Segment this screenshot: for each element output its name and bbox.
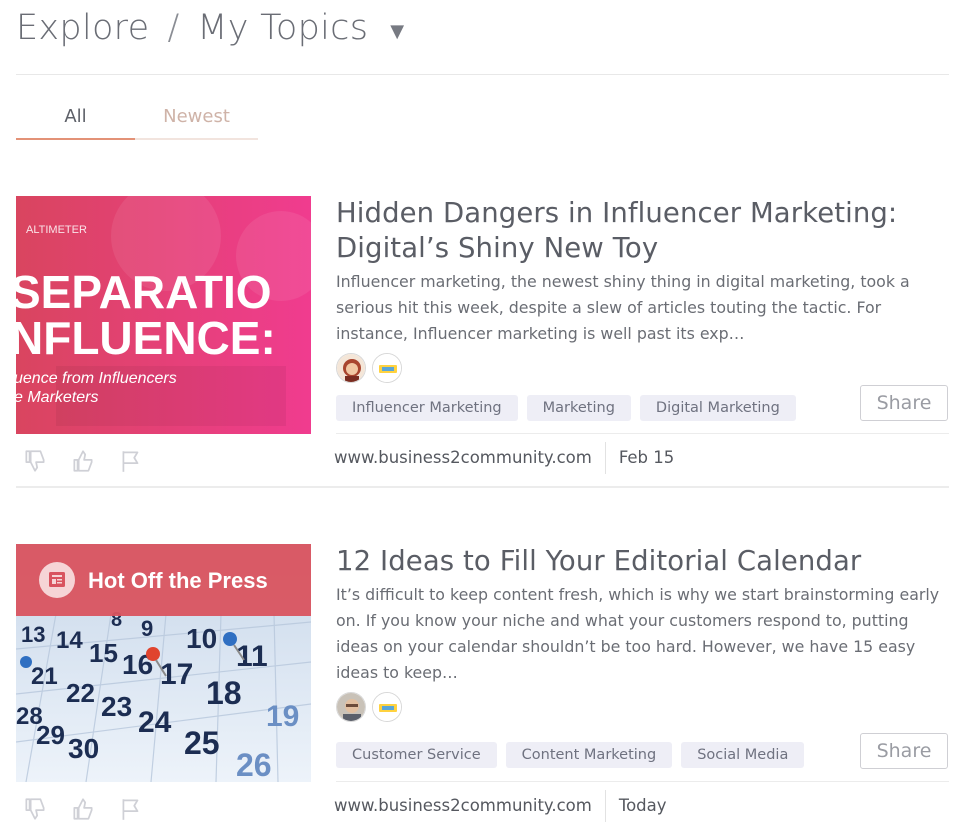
chevron-down-icon[interactable]: ▼ — [390, 21, 404, 42]
breadcrumb-separator: / — [167, 8, 180, 48]
tab-all[interactable]: All — [16, 104, 135, 140]
header-divider — [16, 74, 949, 75]
image-headline-2: NFLUENCE: — [16, 312, 276, 364]
tab-newest[interactable]: Newest — [135, 104, 258, 140]
article-source-domain[interactable]: www.business2community.com — [334, 790, 606, 822]
curator-avatars — [336, 353, 949, 383]
reaction-bar — [22, 448, 144, 474]
altimeter-logo: ALTIMETER — [26, 224, 87, 236]
calendar-number: 15 — [89, 638, 118, 668]
article-content: Hidden Dangers in Influencer Marketing: … — [336, 196, 949, 383]
thumbs-up-icon[interactable] — [70, 448, 96, 474]
source-logo-icon[interactable] — [372, 692, 402, 722]
breadcrumb-explore[interactable]: Explore — [16, 8, 149, 48]
article-meta: www.business2community.com Feb 15 — [334, 442, 674, 474]
calendar-number: 24 — [138, 706, 172, 739]
breadcrumb: Explore / My Topics ▼ — [16, 6, 404, 50]
reaction-bar — [22, 796, 144, 822]
avatar[interactable] — [336, 353, 366, 383]
article-title-line-1[interactable]: 12 Ideas to Fill Your Editorial Calendar — [336, 544, 949, 579]
calendar-number: 9 — [141, 616, 153, 641]
tag-list: Customer Service Content Marketing Socia… — [336, 742, 805, 768]
article-summary: Influencer marketing, the newest shiny t… — [336, 272, 910, 343]
share-button[interactable]: Share — [860, 385, 948, 421]
article-thumbnail[interactable]: ALTIMETER SEPARATIO NFLUENCE: uence from… — [16, 196, 311, 434]
curator-avatars — [336, 692, 949, 722]
article-date: Feb 15 — [618, 448, 675, 467]
calendar-number: 21 — [31, 663, 58, 690]
article-content: 12 Ideas to Fill Your Editorial Calendar… — [336, 544, 949, 722]
calendar-number: 26 — [236, 747, 272, 782]
calendar-number: 29 — [36, 720, 65, 750]
share-button[interactable]: Share — [860, 733, 948, 769]
calendar-number: 18 — [206, 675, 242, 711]
article-summary: It’s difficult to keep content fresh, wh… — [336, 585, 940, 682]
image-subline-1: uence from Influencers — [16, 370, 177, 387]
calendar-number: 14 — [56, 627, 83, 654]
calendar-number: 22 — [66, 678, 95, 708]
calendar-number: 19 — [266, 700, 299, 733]
image-brand: ALTIMETER — [26, 224, 87, 236]
calendar-number: 13 — [21, 622, 45, 647]
calendar-number: 30 — [68, 733, 99, 764]
tag[interactable]: Digital Marketing — [639, 395, 796, 421]
image-headline-1: SEPARATIO — [16, 266, 272, 318]
article-title-line-1[interactable]: Hidden Dangers in Influencer Marketing: — [336, 196, 949, 231]
tag-list: Influencer Marketing Marketing Digital M… — [336, 395, 796, 421]
meta-divider — [336, 781, 949, 782]
source-logo-icon[interactable] — [372, 353, 402, 383]
calendar-number: 25 — [184, 725, 220, 761]
avatar[interactable] — [336, 692, 366, 722]
flag-icon[interactable] — [118, 796, 144, 822]
thumbs-down-icon[interactable] — [22, 796, 48, 822]
image-subline-2: e Marketers — [16, 389, 98, 406]
article-title[interactable]: 12 Ideas to Fill Your Editorial Calendar — [336, 544, 949, 579]
tag[interactable]: Influencer Marketing — [336, 395, 518, 421]
tag[interactable]: Customer Service — [336, 742, 497, 768]
breadcrumb-my-topics[interactable]: My Topics — [197, 8, 368, 48]
filter-tabs: All Newest — [16, 104, 258, 140]
article-source-domain[interactable]: www.business2community.com — [334, 442, 606, 474]
hot-off-press-label: Hot Off the Press — [88, 568, 268, 593]
card-divider — [16, 486, 949, 488]
push-pin-icon — [20, 656, 32, 668]
article-meta: www.business2community.com Today — [334, 790, 667, 822]
thumbs-down-icon[interactable] — [22, 448, 48, 474]
thumbs-up-icon[interactable] — [70, 796, 96, 822]
article-title[interactable]: Hidden Dangers in Influencer Marketing: … — [336, 196, 949, 266]
calendar-number: 23 — [101, 691, 132, 722]
tag[interactable]: Marketing — [526, 395, 631, 421]
tag[interactable]: Social Media — [681, 742, 805, 768]
article-thumbnail[interactable]: 13 14 15 16 17 18 19 21 22 23 24 25 26 2… — [16, 544, 311, 782]
meta-divider — [336, 433, 949, 434]
calendar-number: 10 — [186, 623, 217, 654]
article-date: Today — [618, 796, 667, 815]
tag[interactable]: Content Marketing — [505, 742, 673, 768]
flag-icon[interactable] — [118, 448, 144, 474]
article-title-line-2[interactable]: Digital’s Shiny New Toy — [336, 231, 949, 266]
